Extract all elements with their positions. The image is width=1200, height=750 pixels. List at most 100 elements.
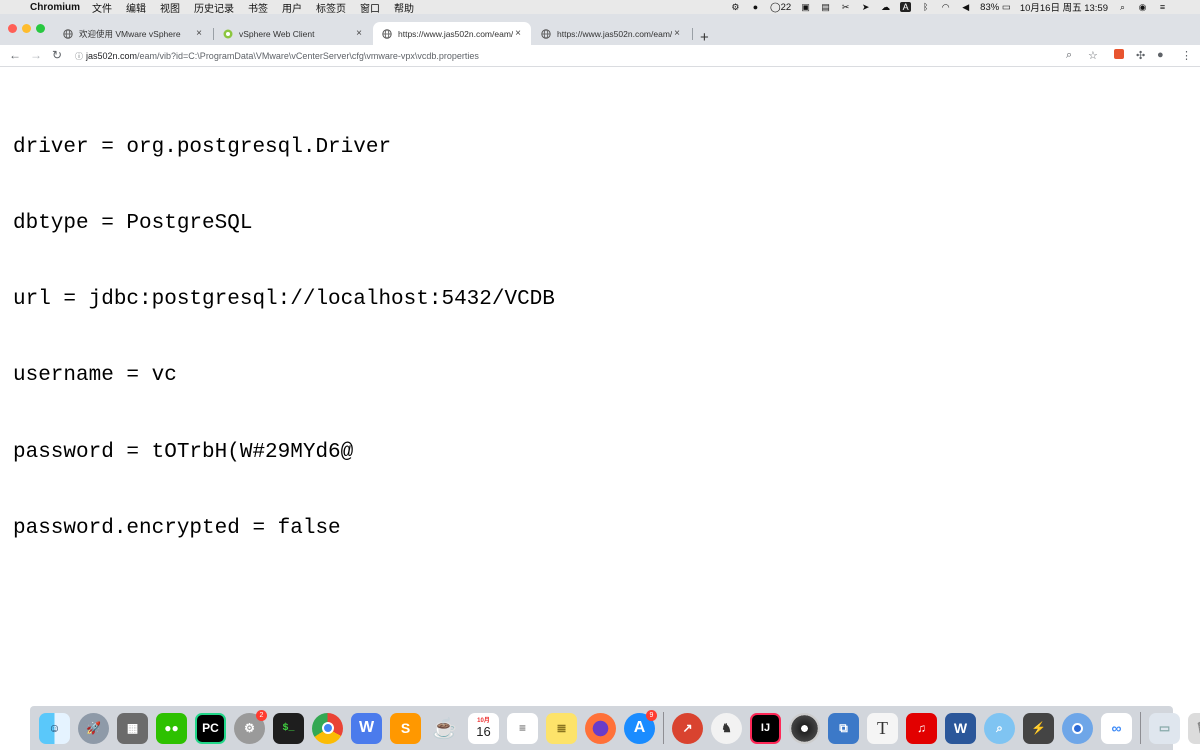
new-tab-plus-icon[interactable]: +: [700, 29, 709, 46]
menu-bookmarks[interactable]: 书签: [248, 0, 268, 15]
coffee-cup-icon[interactable]: ☕: [425, 710, 464, 747]
chromium-icon[interactable]: [1058, 710, 1097, 747]
browser-toolbar: ← → ↻ ⓘ jas502n.com/eam/vib?id=C:\Progra…: [0, 45, 1200, 67]
property-line: dbtype = PostgreSQL: [13, 212, 253, 236]
menu-view[interactable]: 视图: [160, 0, 180, 15]
profile-avatar-icon[interactable]: ●: [1157, 49, 1164, 61]
globe-icon: [540, 28, 551, 39]
system-preferences-icon[interactable]: ⚙ 2: [230, 709, 269, 747]
site-info-icon[interactable]: ⓘ: [72, 51, 86, 62]
menu-help[interactable]: 帮助: [394, 0, 414, 15]
trash-icon[interactable]: 🗑: [1184, 710, 1200, 747]
property-line: driver = org.postgresql.Driver: [13, 135, 392, 159]
wechat-icon[interactable]: ●: [750, 2, 761, 12]
clipboard-icon[interactable]: ▤: [820, 2, 831, 12]
cloud-icon[interactable]: ☁: [880, 2, 891, 12]
globe-icon: [62, 28, 73, 39]
tab-vcdb-properties[interactable]: https://www.jas502n.com/eam/ ×: [373, 22, 531, 45]
app-store-badge: 9: [646, 709, 657, 721]
battery-icon: ▭: [1001, 1, 1011, 13]
send-icon[interactable]: ➤: [860, 2, 871, 12]
volume-icon[interactable]: ◀: [960, 2, 971, 12]
macos-menu-bar: Chromium 文件 编辑 视图 历史记录 书签 用户 标签页 窗口 帮助 ⚙…: [0, 0, 1200, 15]
disk-utility-icon[interactable]: [785, 710, 824, 747]
speech-bubble-icon: ◯: [769, 1, 781, 13]
spotlight-icon[interactable]: ⌕: [1117, 2, 1128, 12]
close-tab-icon[interactable]: ×: [354, 28, 364, 39]
zoom-window-button[interactable]: [36, 24, 45, 33]
wps-icon[interactable]: W: [347, 710, 386, 747]
wps-label: W: [351, 712, 382, 744]
bookmark-star-icon[interactable]: ☆: [1088, 49, 1098, 62]
scissors-icon[interactable]: ✂: [840, 2, 851, 12]
close-window-button[interactable]: [8, 24, 17, 33]
properties-file-content: driver = org.postgresql.Driver dbtype = …: [13, 84, 555, 567]
netease-music-icon[interactable]: ♫: [902, 710, 941, 747]
menu-file[interactable]: 文件: [92, 0, 112, 15]
input-method-icon[interactable]: A: [900, 2, 912, 12]
gear-icon[interactable]: ⚙: [730, 2, 741, 12]
preview-magnifier-icon[interactable]: ⌕: [980, 710, 1019, 747]
firefox-icon[interactable]: [581, 710, 620, 747]
back-arrow-icon[interactable]: ←: [9, 48, 21, 62]
close-tab-icon[interactable]: ×: [672, 28, 682, 39]
notes-icon[interactable]: ≣: [542, 710, 581, 747]
property-line: username = vc: [13, 364, 177, 388]
baidu-netdisk-icon[interactable]: ∞: [1097, 710, 1136, 747]
extensions-puzzle-icon[interactable]: ✣: [1136, 49, 1145, 62]
pycharm-icon[interactable]: PC: [191, 710, 230, 747]
launchpad-icon[interactable]: 🚀: [74, 710, 113, 747]
wifi-icon[interactable]: ◠: [940, 2, 951, 12]
bluetooth-icon[interactable]: ᛒ: [920, 2, 931, 12]
tab-jas502n[interactable]: https://www.jas502n.com/eam/ ×: [532, 22, 690, 45]
battery-status[interactable]: 83% ▭: [980, 2, 1011, 13]
close-tab-icon[interactable]: ×: [194, 28, 204, 39]
vmware-fusion-icon[interactable]: ⧉: [824, 710, 863, 747]
sublime-text-icon[interactable]: S: [386, 710, 425, 747]
minimize-window-button[interactable]: [22, 24, 31, 33]
tab-vsphere-web-client[interactable]: vSphere Web Client ×: [214, 22, 372, 45]
menu-tab[interactable]: 标签页: [316, 0, 346, 15]
close-tab-icon[interactable]: ×: [513, 28, 523, 39]
address-bar[interactable]: ⓘ jas502n.com/eam/vib?id=C:\ProgramData\…: [72, 47, 1112, 65]
menu-edit[interactable]: 编辑: [126, 0, 146, 15]
menu-kebab-icon[interactable]: ⋮: [1181, 49, 1192, 62]
status-area: ⚙ ● ◯22 ▣ ▤ ✂ ➤ ☁ A ᛒ ◠ ◀ 83% ▭ 10月16日 周…: [730, 0, 1200, 15]
calendar-icon[interactable]: 10月 16: [464, 710, 503, 747]
reminders-icon[interactable]: ≡: [503, 710, 542, 747]
burp-suite-icon[interactable]: ⚡: [1019, 710, 1058, 747]
sequel-pro-icon[interactable]: ♞: [707, 710, 746, 747]
calculator-icon[interactable]: ▦: [113, 710, 152, 747]
app-menu-chromium[interactable]: Chromium: [30, 2, 80, 13]
menu-people[interactable]: 用户: [282, 0, 302, 15]
forward-arrow-icon[interactable]: →: [30, 48, 42, 62]
battery-percent: 83%: [980, 1, 1000, 13]
wechat-icon[interactable]: ●●: [152, 710, 191, 747]
reload-icon[interactable]: ↻: [52, 48, 62, 62]
calendar-day: 16: [476, 724, 491, 739]
intellij-idea-icon[interactable]: IJ: [746, 710, 785, 747]
tab-title: 欢迎使用 VMware vSphere: [79, 28, 181, 39]
extension-icon[interactable]: [1114, 49, 1124, 62]
intellij-label: IJ: [750, 712, 781, 744]
tab-separator: [692, 28, 693, 40]
downloads-folder-icon[interactable]: ▭: [1145, 710, 1184, 747]
typora-icon[interactable]: T: [863, 710, 902, 747]
system-preferences-badge: 2: [256, 709, 267, 721]
chrome-icon[interactable]: [308, 710, 347, 747]
finder-icon[interactable]: ☺: [35, 710, 74, 747]
notification-count[interactable]: ◯22: [770, 2, 791, 13]
terminal-icon[interactable]: $_: [269, 710, 308, 747]
screenshot-icon[interactable]: ▣: [800, 2, 811, 12]
menu-history[interactable]: 历史记录: [194, 0, 234, 15]
control-center-icon[interactable]: ≡: [1157, 2, 1168, 12]
microsoft-word-icon[interactable]: W: [941, 710, 980, 747]
menu-window[interactable]: 窗口: [360, 0, 380, 15]
vsphere-icon: [222, 28, 233, 39]
tab-vmware-welcome[interactable]: 欢迎使用 VMware vSphere ×: [54, 22, 212, 45]
clock[interactable]: 10月16日 周五 13:59: [1020, 0, 1108, 14]
remote-desktop-icon[interactable]: ↗: [668, 710, 707, 747]
siri-icon[interactable]: ◉: [1137, 2, 1148, 12]
app-store-icon[interactable]: A9: [620, 709, 659, 747]
zoom-icon[interactable]: ⌕: [1066, 49, 1072, 62]
